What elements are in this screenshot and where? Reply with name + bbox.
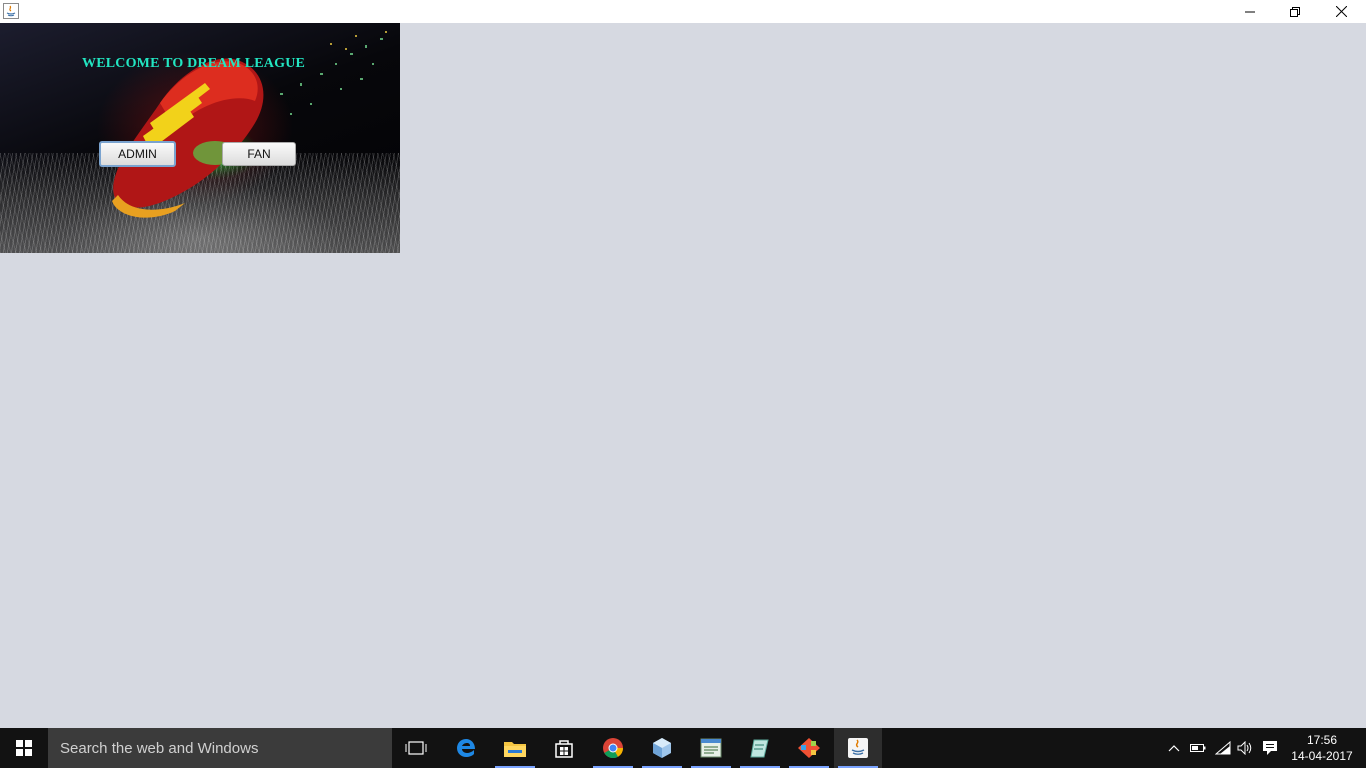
admin-button[interactable]: ADMIN [99, 141, 176, 167]
edge-button[interactable] [442, 728, 490, 768]
volume-button[interactable] [1233, 728, 1257, 768]
chrome-icon [603, 738, 624, 759]
file-explorer-button[interactable] [491, 728, 539, 768]
file-explorer-icon [504, 742, 526, 757]
window-title-bar [0, 0, 1366, 23]
notepad-button[interactable] [687, 728, 735, 768]
clock-date: 14-04-2017 [1291, 749, 1353, 763]
chrome-button[interactable] [589, 728, 637, 768]
show-hidden-icons-button[interactable] [1162, 728, 1186, 768]
notifications-button[interactable] [1258, 728, 1282, 768]
notepad-icon [700, 738, 722, 758]
chevron-up-icon [1168, 745, 1180, 752]
notifications-icon [1263, 741, 1277, 755]
task-view-icon [405, 741, 427, 755]
welcome-panel: WELCOME TO DREAM LEAGUE ADMIN FAN [0, 23, 400, 253]
edge-icon [457, 739, 475, 757]
minimize-icon [1245, 11, 1255, 12]
task-view-button[interactable] [392, 728, 440, 768]
virtualbox-icon [653, 738, 671, 758]
welcome-title: WELCOME TO DREAM LEAGUE [82, 56, 306, 71]
windows-logo-icon [16, 740, 32, 756]
git-icon [798, 738, 820, 758]
restore-button[interactable] [1272, 0, 1318, 23]
clock-time: 17:56 [1306, 733, 1338, 747]
start-button[interactable] [0, 728, 48, 768]
java-app-button[interactable] [834, 728, 882, 768]
fan-button[interactable]: FAN [222, 142, 296, 166]
wifi-icon [1215, 741, 1231, 755]
store-button[interactable] [540, 728, 588, 768]
git-button[interactable] [785, 728, 833, 768]
java-icon[interactable] [3, 3, 19, 19]
notepad-plus-icon [750, 739, 769, 758]
virtualbox-button[interactable] [638, 728, 686, 768]
java-icon [848, 738, 868, 758]
restore-icon [1290, 6, 1300, 17]
close-icon [1335, 6, 1347, 17]
store-icon [555, 740, 573, 758]
battery-icon [1190, 744, 1206, 752]
clock[interactable]: 17:56 14-04-2017 [1288, 728, 1356, 768]
taskbar: Search the web and Windows 17:56 14-04-2… [0, 728, 1366, 768]
minimize-button[interactable] [1227, 0, 1273, 23]
battery-button[interactable] [1186, 728, 1210, 768]
volume-icon [1237, 741, 1252, 755]
search-input[interactable]: Search the web and Windows [48, 728, 392, 768]
close-button[interactable] [1318, 0, 1364, 23]
notepad-plus-button[interactable] [736, 728, 784, 768]
wifi-button[interactable] [1211, 728, 1235, 768]
